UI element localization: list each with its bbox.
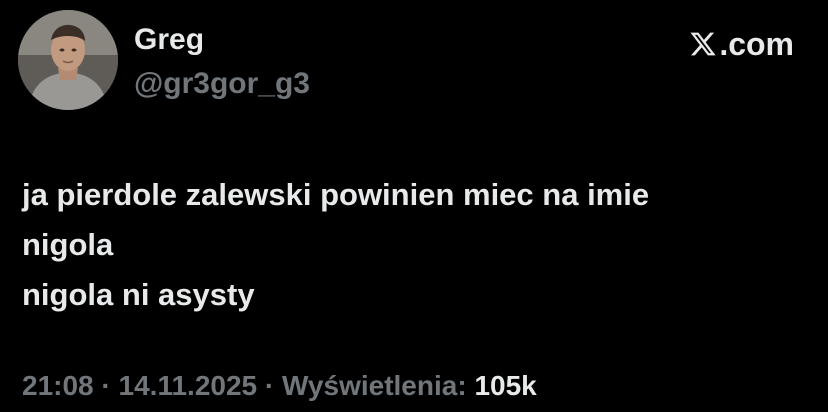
tweet-time[interactable]: 21:08 bbox=[22, 370, 94, 401]
tweet-card: Greg @gr3gor_g3 .com ja pierdole zalewsk… bbox=[0, 0, 828, 412]
brand-domain: .com bbox=[719, 26, 794, 62]
views-count: 105k bbox=[474, 370, 537, 401]
author-display-name[interactable]: Greg bbox=[134, 22, 204, 58]
meta-separator: · bbox=[257, 370, 282, 401]
tweet-meta: 21:08 · 14.11.2025 · Wyświetlenia: 105k bbox=[22, 368, 537, 404]
views-label: Wyświetlenia: bbox=[282, 370, 467, 401]
avatar-photo bbox=[18, 10, 118, 110]
avatar[interactable] bbox=[18, 10, 118, 110]
meta-separator: · bbox=[93, 370, 119, 401]
x-logo-icon bbox=[689, 30, 717, 58]
brand-watermark: .com bbox=[689, 24, 794, 64]
tweet-text: ja pierdole zalewski powinien miec na im… bbox=[22, 177, 650, 312]
author-handle[interactable]: @gr3gor_g3 bbox=[134, 66, 310, 102]
tweet-date[interactable]: 14.11.2025 bbox=[119, 370, 258, 401]
